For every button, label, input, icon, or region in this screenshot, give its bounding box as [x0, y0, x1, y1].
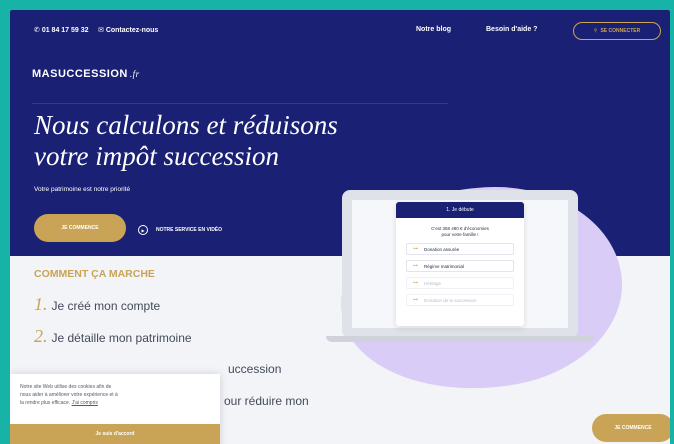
mail-icon: ✉: [98, 27, 104, 34]
cookie-text: Notre site Web utilise des cookies afin …: [20, 384, 118, 406]
key-icon: ⊶: [413, 263, 418, 269]
hero-tagline: Votre patrimoine est notre priorité: [34, 186, 131, 193]
site-logo[interactable]: MASUCCESSION .fr: [32, 68, 140, 80]
cookie-info-link[interactable]: J'ai compris: [72, 400, 98, 406]
key-icon: ⊶: [413, 280, 418, 286]
play-icon: ▶: [138, 225, 148, 235]
help-link[interactable]: Besoin d'aide ?: [486, 26, 537, 33]
step-item: uccession: [228, 362, 282, 376]
cookie-banner: Notre site Web utilise des cookies afin …: [10, 374, 220, 444]
blog-link[interactable]: Notre blog: [416, 26, 451, 33]
simulation-card: 1. Je débute C'est 358 480 € d'économies…: [396, 202, 524, 326]
laptop-base: [326, 336, 594, 342]
step-item: 2. Je détaille mon patrimoine: [34, 326, 192, 346]
card-option: ⊶ Donation de la succession: [406, 294, 514, 306]
page-frame: ✆ 01 84 17 59 32 ✉ Contactez-nous Notre …: [10, 10, 670, 444]
login-button[interactable]: ⚲ SE CONNECTER: [573, 22, 661, 40]
contact-link[interactable]: ✉ Contactez-nous: [98, 26, 158, 34]
phone-link[interactable]: ✆ 01 84 17 59 32: [34, 26, 89, 34]
hero-headline: Nous calculons et réduisons votre impôt …: [34, 110, 338, 171]
top-bar: ✆ 01 84 17 59 32 ✉ Contactez-nous Notre …: [10, 10, 670, 54]
card-header: 1. Je débute: [396, 202, 524, 218]
card-option: ⊶ Régime matrimonial: [406, 260, 514, 272]
phone-icon: ✆: [34, 27, 40, 34]
how-it-works-title: COMMENT ÇA MARCHE: [34, 268, 155, 280]
user-icon: ⚲: [593, 28, 598, 34]
header-divider: [32, 103, 448, 104]
key-icon: ⊶: [413, 297, 418, 303]
card-option: ⊶ Donation assurée: [406, 243, 514, 255]
start-button[interactable]: JE COMMENCE: [34, 214, 126, 242]
card-option: ⊶ Héritage: [406, 277, 514, 289]
step-item: 1. Je créé mon compte: [34, 294, 161, 314]
floating-start-button[interactable]: JE COMMENCE: [592, 414, 670, 442]
cookie-accept-button[interactable]: Je suis d'accord: [10, 424, 220, 444]
video-link[interactable]: ▶ NOTRE SERVICE EN VIDÉO: [138, 225, 222, 235]
step-item: our réduire mon: [224, 394, 309, 408]
key-icon: ⊶: [413, 246, 418, 252]
card-question: C'est 358 480 € d'économies pour votre f…: [431, 226, 489, 237]
